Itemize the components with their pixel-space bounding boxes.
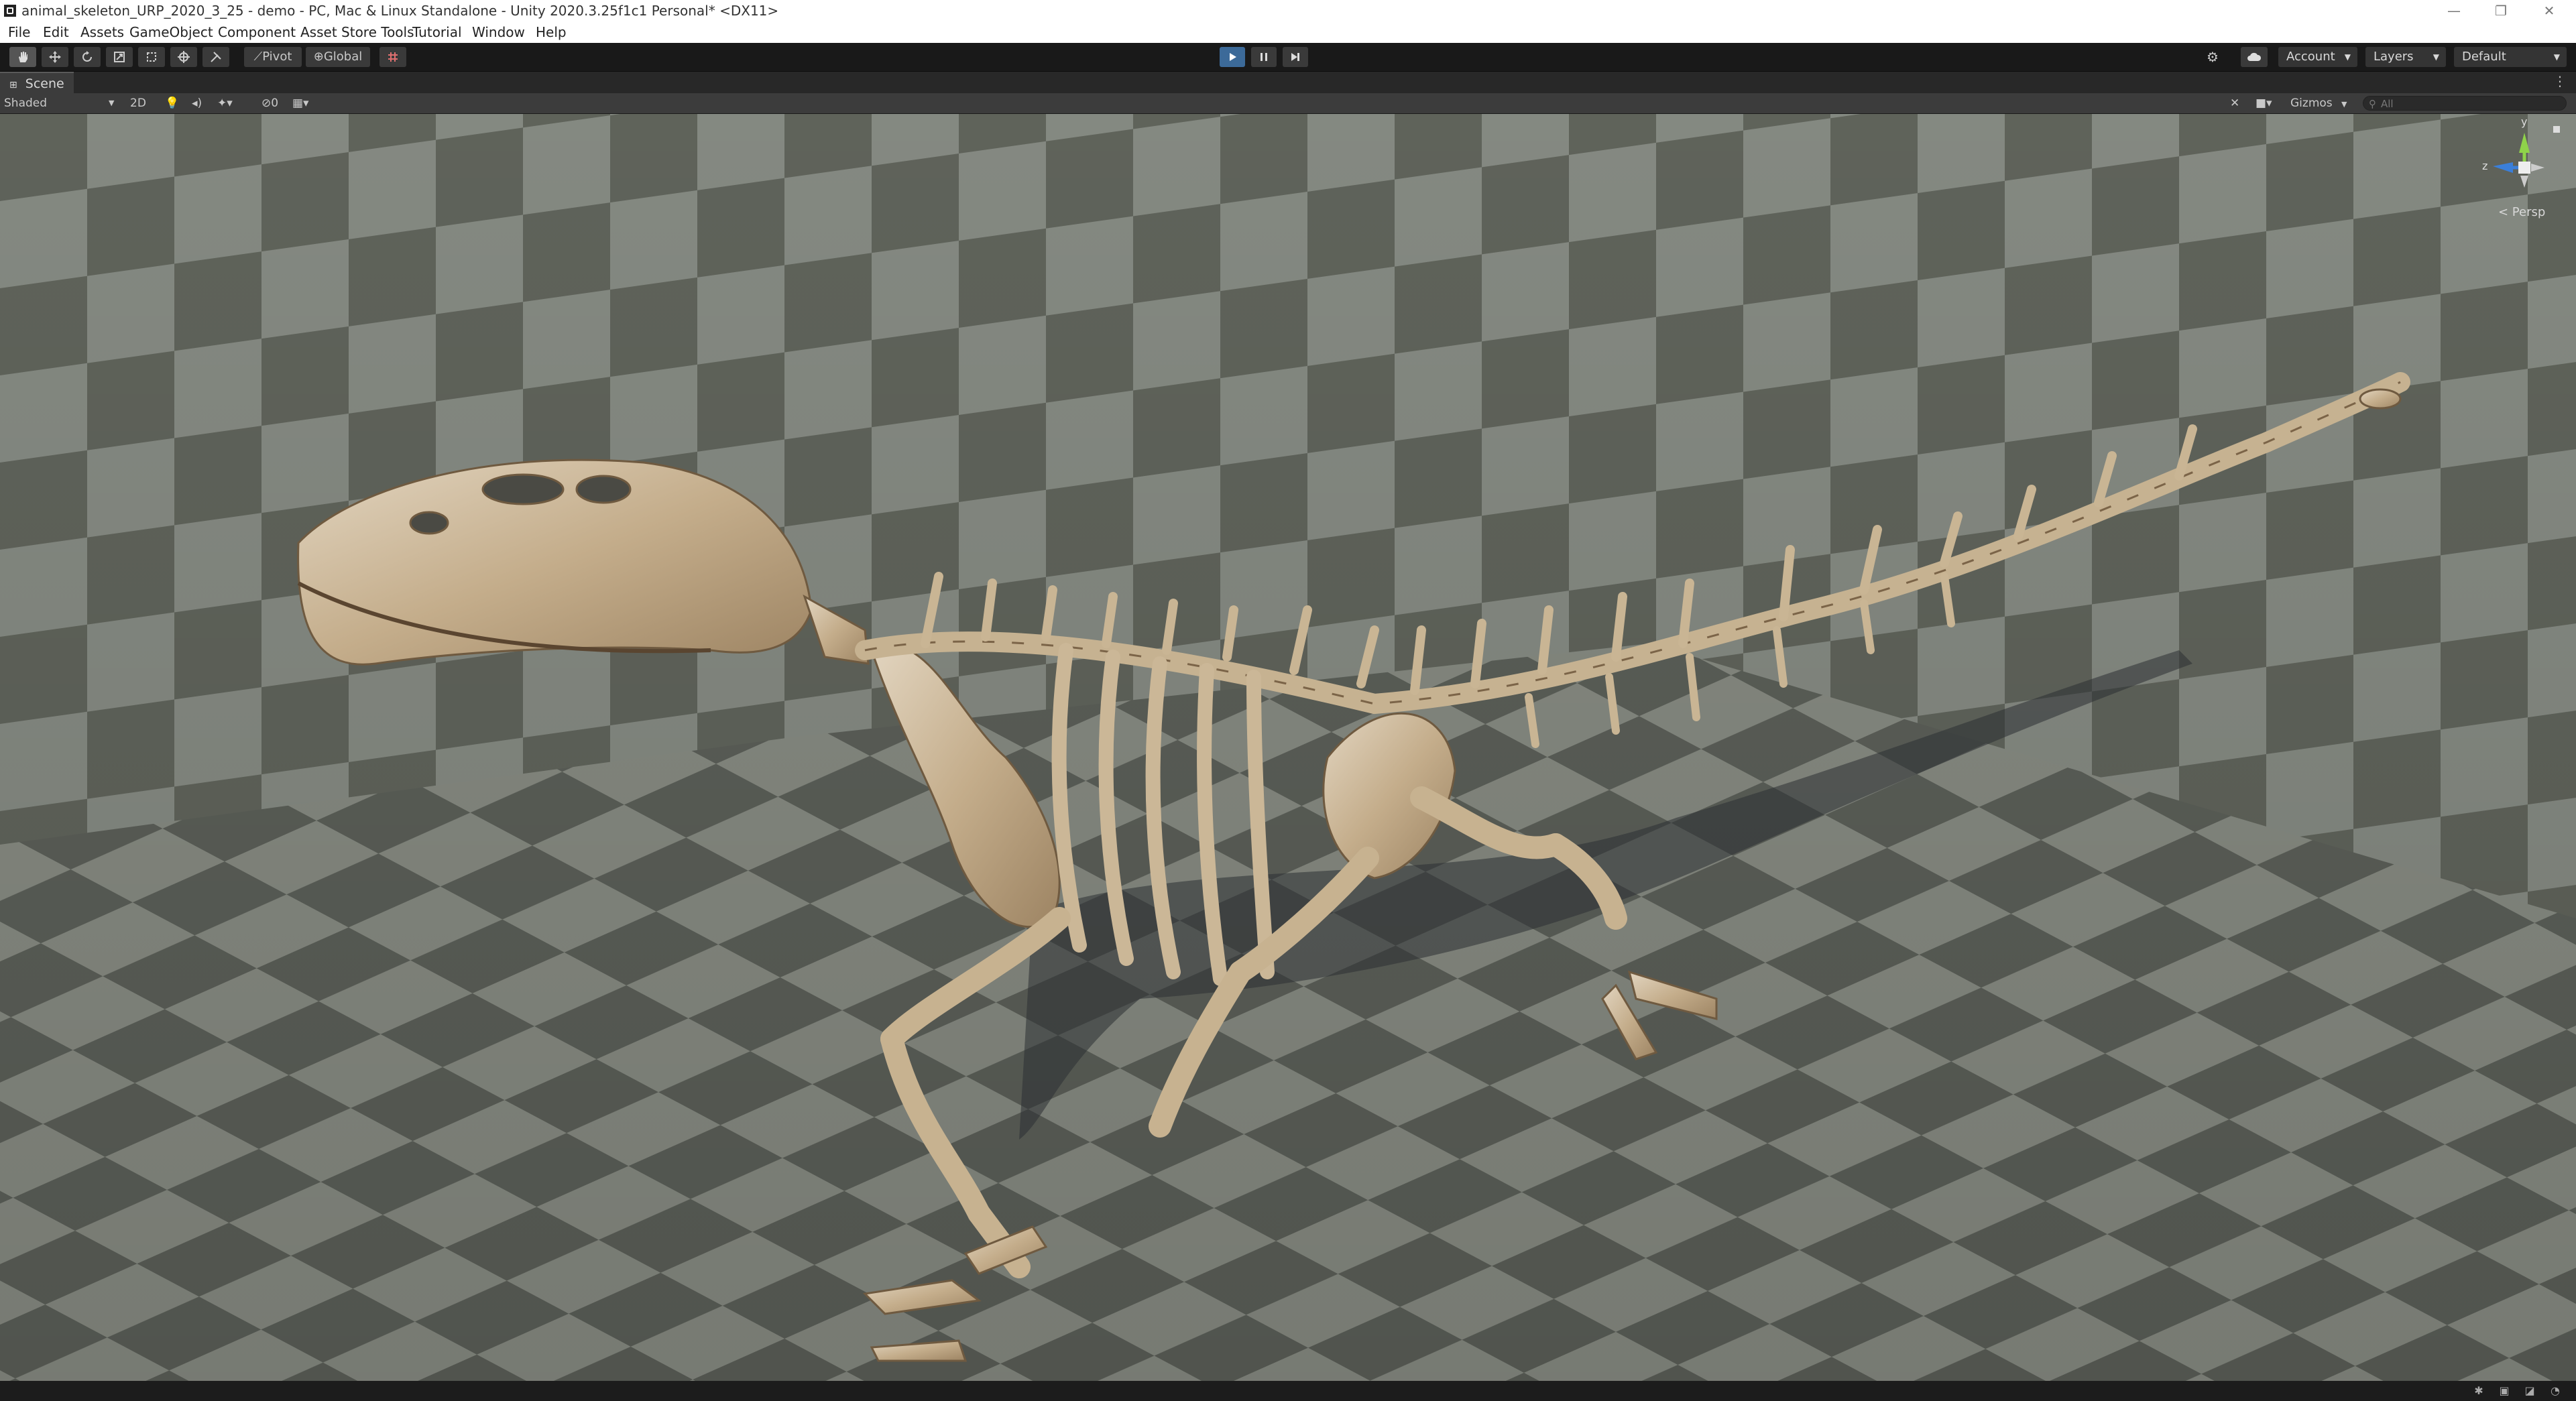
menu-window[interactable]: Window: [472, 21, 525, 43]
chevron-down-icon: ▼: [2553, 52, 2560, 62]
pivot-icon: ⟋: [253, 50, 263, 64]
hidden-count: 0: [271, 97, 279, 110]
scene-search-input[interactable]: ⚲ All: [2363, 96, 2567, 111]
pivot-label: Pivot: [262, 50, 292, 64]
layers-label: Layers: [2374, 50, 2414, 64]
rotate-icon: [82, 51, 92, 62]
menu-help[interactable]: Help: [536, 21, 567, 43]
scene-grid-icon: ⊞: [9, 80, 17, 90]
menu-asset-store-tools[interactable]: Asset Store Tools: [300, 21, 414, 43]
hand-tool-button[interactable]: [9, 47, 36, 67]
gizmos-label: Gizmos: [2290, 97, 2333, 110]
move-icon: [49, 51, 61, 63]
pause-icon: [1261, 53, 1267, 61]
transform-icon: [178, 51, 190, 63]
globe-icon: ⊕: [313, 50, 324, 64]
global-label: Global: [323, 50, 363, 64]
chevron-down-icon: ▼: [2344, 52, 2351, 62]
window-title: animal_skeleton_URP_2020_3_25 - demo - P…: [21, 3, 779, 19]
account-label: Account: [2286, 50, 2335, 64]
camera-settings-icon[interactable]: ■▾: [2256, 93, 2272, 113]
grid-snap-icon: [388, 52, 398, 62]
scene-viewport[interactable]: y z < Persp: [0, 114, 2576, 1381]
layout-dropdown[interactable]: Default ▼: [2454, 47, 2567, 67]
chevron-down-icon: ▼: [2433, 52, 2439, 62]
step-button[interactable]: [1283, 47, 1308, 67]
chevron-down-icon: ▼: [2341, 100, 2347, 109]
menu-bar: File Edit Assets GameObject Component As…: [0, 21, 2576, 43]
gizmo-y-label: y: [2521, 115, 2528, 128]
hand-icon: [19, 52, 27, 62]
services-button[interactable]: ⚙: [2201, 47, 2225, 67]
menu-gameobject[interactable]: GameObject: [129, 21, 213, 43]
progress-icon[interactable]: ▣: [2498, 1385, 2510, 1397]
collab-button[interactable]: [2241, 47, 2268, 67]
cloud-icon: [2247, 52, 2262, 61]
auto-generate-lighting-icon[interactable]: ◔: [2549, 1385, 2561, 1397]
shading-mode-label: Shaded: [4, 97, 48, 110]
bug-icon[interactable]: ✱: [2473, 1385, 2485, 1397]
unity-logo-icon: [4, 5, 16, 17]
menu-component[interactable]: Component: [218, 21, 296, 43]
rotate-tool-button[interactable]: [74, 47, 101, 67]
hidden-objects-toggle[interactable]: ⊘0: [261, 93, 278, 113]
global-toggle[interactable]: ⊕Global: [306, 47, 370, 67]
layout-label: Default: [2462, 50, 2506, 64]
projection-toggle[interactable]: < Persp: [2498, 205, 2545, 219]
tools-overlay-icon[interactable]: ✕: [2230, 93, 2239, 113]
close-button[interactable]: ✕: [2529, 0, 2569, 21]
more-options-icon[interactable]: ⋮: [2553, 73, 2567, 89]
rect-tool-button[interactable]: [138, 47, 165, 67]
grid-snap-button[interactable]: [379, 47, 406, 67]
gizmo-z-label: z: [2482, 160, 2488, 172]
layers-dropdown[interactable]: Layers ▼: [2365, 47, 2446, 67]
play-icon: [1230, 53, 1236, 61]
scale-tool-button[interactable]: [106, 47, 133, 67]
scene-tab-bar: ⊞ Scene ⋮: [0, 72, 2576, 94]
scene-view-toolbar: Shaded ▼ 2D 💡 ◂) ✦▾ ⊘0 ▦▾ ✕ ■▾ Gizmos ▼ …: [0, 93, 2576, 114]
2d-toggle[interactable]: 2D: [130, 93, 146, 113]
grid-visibility-icon[interactable]: ▦▾: [292, 93, 309, 113]
chevron-down-icon: ▼: [109, 99, 115, 107]
custom-tool-button[interactable]: [202, 47, 229, 67]
minimize-button[interactable]: —: [2434, 0, 2474, 21]
menu-edit[interactable]: Edit: [43, 21, 69, 43]
transform-tool-button[interactable]: [170, 47, 197, 67]
cache-icon[interactable]: ◪: [2524, 1385, 2536, 1397]
menu-assets[interactable]: Assets: [80, 21, 124, 43]
effects-toggle-icon[interactable]: ✦▾: [217, 93, 233, 113]
step-icon: [1291, 53, 1299, 61]
status-bar: ✱ ▣ ◪ ◔: [0, 1381, 2576, 1401]
pivot-toggle[interactable]: ⟋Pivot: [244, 47, 302, 67]
main-toolbar: ⟋Pivot ⊕Global ⚙ Account ▼ Layers ▼ Defa…: [0, 43, 2576, 72]
menu-tutorial[interactable]: Tutorial: [412, 21, 462, 43]
pause-button[interactable]: [1251, 47, 1277, 67]
lighting-toggle-icon[interactable]: 💡: [165, 93, 179, 113]
scene-render: [0, 114, 2576, 1381]
rect-icon: [147, 52, 156, 62]
window-title-bar: animal_skeleton_URP_2020_3_25 - demo - P…: [0, 0, 2576, 21]
services-icon: ⚙: [2207, 49, 2219, 65]
gizmos-dropdown[interactable]: Gizmos ▼: [2290, 93, 2347, 115]
account-dropdown[interactable]: Account ▼: [2278, 47, 2357, 67]
scale-icon: [114, 52, 125, 62]
search-icon: ⚲: [2369, 98, 2376, 110]
tab-scene[interactable]: ⊞ Scene: [0, 72, 74, 93]
menu-file[interactable]: File: [8, 21, 30, 43]
eye-slash-icon: ⊘: [261, 97, 272, 110]
wrench-icon: [211, 52, 221, 62]
shading-mode-dropdown[interactable]: Shaded ▼: [4, 93, 117, 113]
audio-toggle-icon[interactable]: ◂): [192, 93, 202, 113]
search-placeholder: All: [2381, 98, 2394, 110]
restore-button[interactable]: ❐: [2481, 0, 2521, 21]
move-tool-button[interactable]: [42, 47, 68, 67]
play-button[interactable]: [1220, 47, 1245, 67]
tab-scene-label: Scene: [25, 76, 64, 91]
